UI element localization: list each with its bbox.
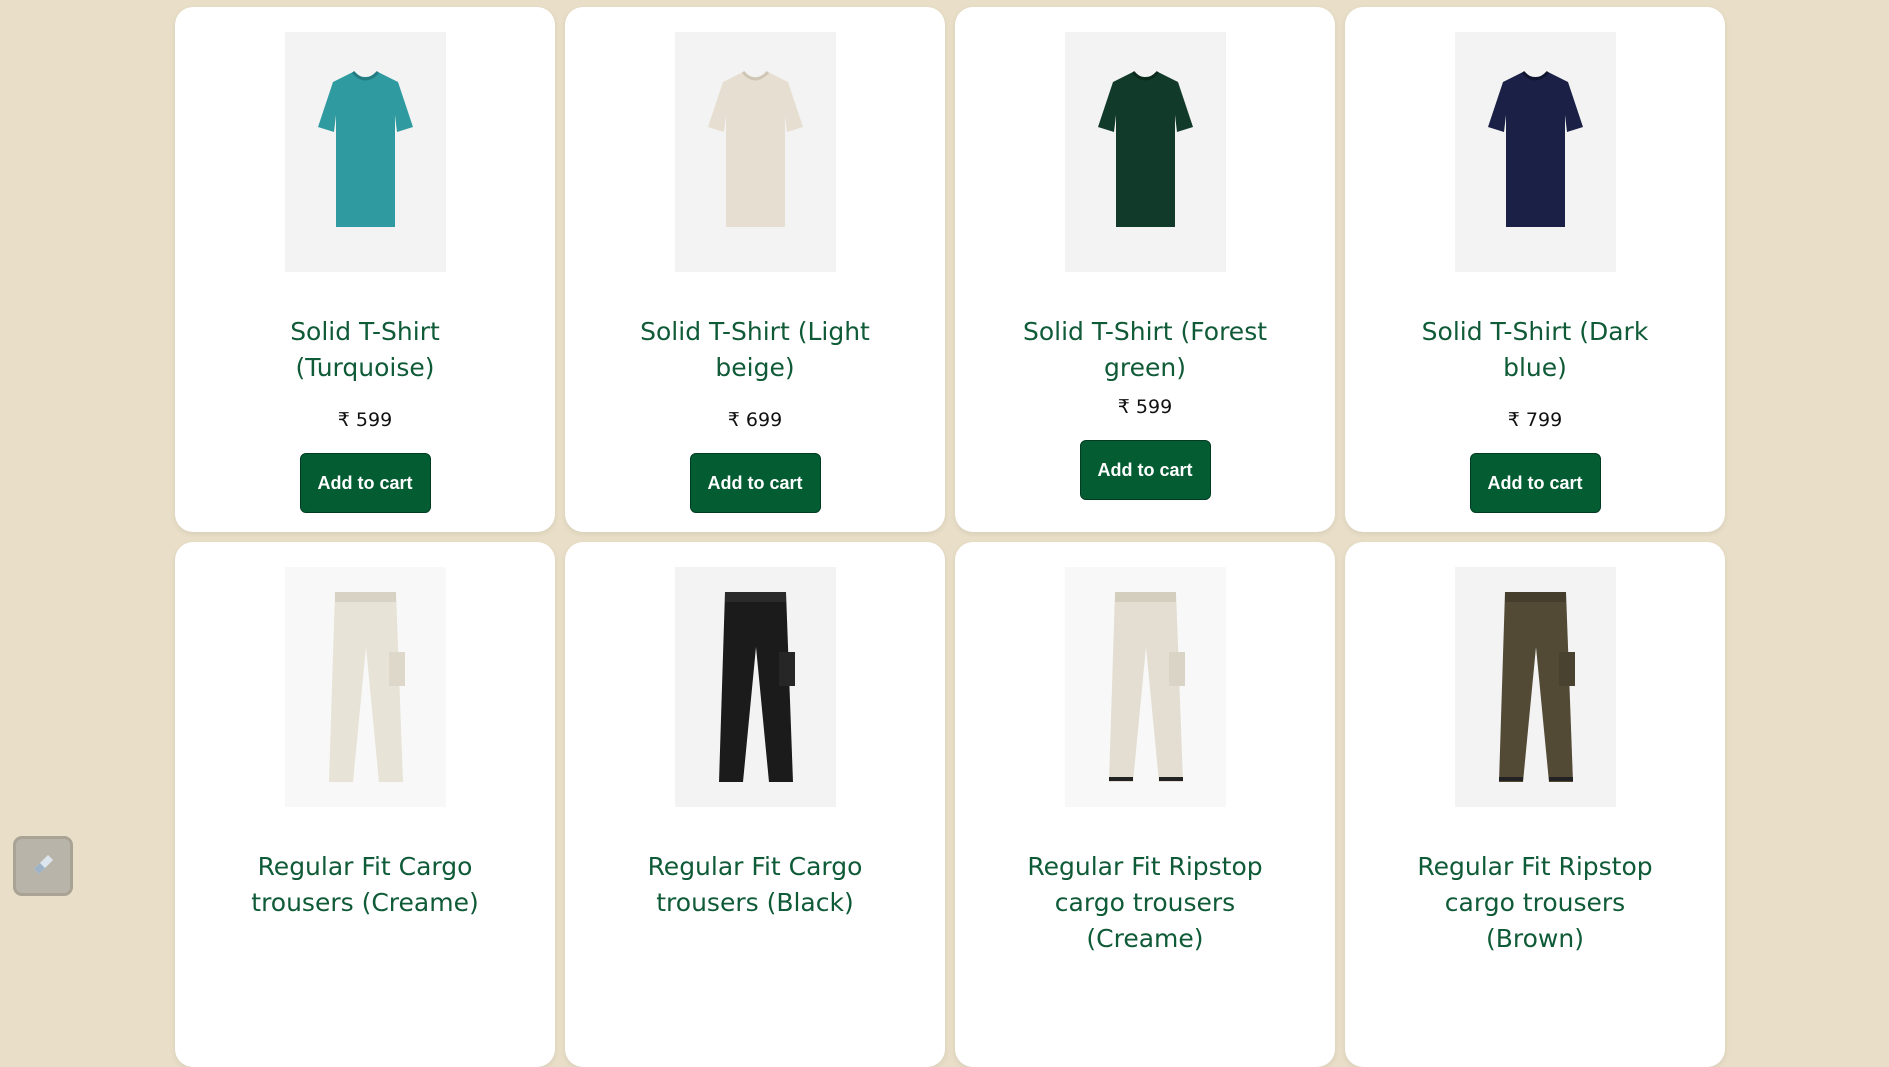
product-price: ₹ 699 (727, 409, 783, 431)
product-card: Solid T-Shirt (Forest green) ₹ 599 Add t… (955, 7, 1335, 532)
product-image[interactable] (1064, 567, 1226, 807)
product-image[interactable] (674, 32, 836, 272)
product-title[interactable]: Regular Fit Cargo trousers (Creame) (225, 849, 505, 921)
product-image[interactable] (1064, 32, 1226, 272)
product-title[interactable]: Regular Fit Cargo trousers (Black) (615, 849, 895, 921)
product-card: Regular Fit Ripstop cargo trousers (Brow… (1345, 542, 1725, 1067)
product-title[interactable]: Solid T-Shirt (Turquoise) (225, 314, 505, 386)
product-card: Solid T-Shirt (Turquoise) ₹ 599 Add to c… (175, 7, 555, 532)
add-to-cart-button[interactable]: Add to cart (1469, 453, 1601, 513)
product-card: Regular Fit Ripstop cargo trousers (Crea… (955, 542, 1335, 1067)
product-title[interactable]: Solid T-Shirt (Light beige) (615, 314, 895, 386)
app-launcher-icon (26, 847, 60, 885)
product-title[interactable]: Regular Fit Ripstop cargo trousers (Brow… (1395, 849, 1675, 957)
product-image[interactable] (674, 567, 836, 807)
product-title[interactable]: Regular Fit Ripstop cargo trousers (Crea… (1005, 849, 1285, 957)
product-card: Solid T-Shirt (Dark blue) ₹ 799 Add to c… (1345, 7, 1725, 532)
product-title[interactable]: Solid T-Shirt (Forest green) (1005, 314, 1285, 386)
product-image[interactable] (1454, 32, 1616, 272)
product-image[interactable] (284, 32, 446, 272)
add-to-cart-button[interactable]: Add to cart (1079, 440, 1211, 500)
add-to-cart-button[interactable]: Add to cart (689, 453, 821, 513)
product-grid: Solid T-Shirt (Turquoise) ₹ 599 Add to c… (175, 7, 1725, 1067)
product-card: Regular Fit Cargo trousers (Creame) (175, 542, 555, 1067)
product-image[interactable] (284, 567, 446, 807)
add-to-cart-button[interactable]: Add to cart (299, 453, 431, 513)
product-title[interactable]: Solid T-Shirt (Dark blue) (1395, 314, 1675, 386)
product-card: Solid T-Shirt (Light beige) ₹ 699 Add to… (565, 7, 945, 532)
product-price: ₹ 799 (1507, 409, 1563, 431)
product-card: Regular Fit Cargo trousers (Black) (565, 542, 945, 1067)
product-price: ₹ 599 (1117, 396, 1173, 418)
product-price: ₹ 599 (337, 409, 393, 431)
product-image[interactable] (1454, 567, 1616, 807)
app-launcher-button[interactable] (13, 836, 73, 896)
